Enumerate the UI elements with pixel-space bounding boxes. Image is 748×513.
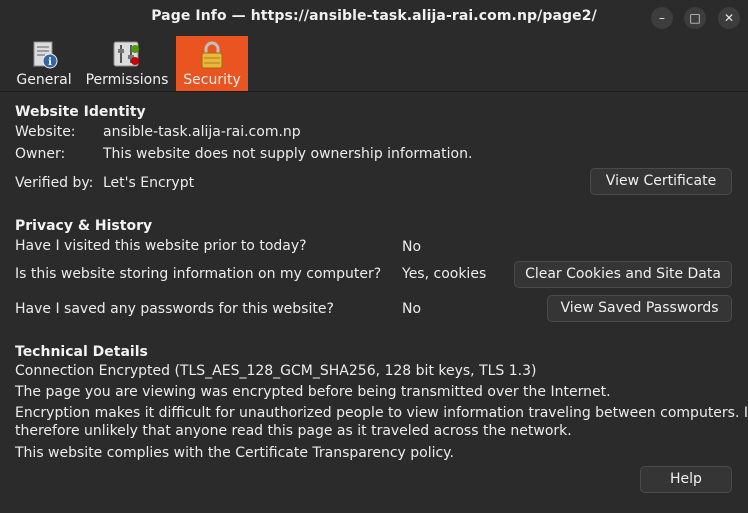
certificate-transparency-text: This website complies with the Certifica… <box>15 445 454 461</box>
encrypted-transmission-text: The page you are viewing was encrypted b… <box>15 384 611 400</box>
connection-encrypted-text: Connection Encrypted (TLS_AES_128_GCM_SH… <box>15 363 537 379</box>
owner-label: Owner: <box>15 146 66 162</box>
svg-text:i: i <box>48 57 52 68</box>
security-panel: Website Identity Website: ansible-task.a… <box>0 93 748 513</box>
clear-cookies-button[interactable]: Clear Cookies and Site Data <box>514 261 732 288</box>
visited-answer: No <box>402 239 422 255</box>
owner-value: This website does not supply ownership i… <box>103 146 473 162</box>
visited-question: Have I visited this website prior to tod… <box>15 238 307 254</box>
tab-general-label: General <box>16 72 72 88</box>
view-saved-passwords-button[interactable]: View Saved Passwords <box>547 295 732 322</box>
maximize-button[interactable]: □ <box>684 7 706 29</box>
website-identity-heading: Website Identity <box>15 104 146 120</box>
close-button[interactable]: ✕ <box>718 7 740 29</box>
privacy-history-heading: Privacy & History <box>15 218 153 234</box>
tab-toolbar: i General Permissions Security <box>0 34 748 92</box>
tab-security-label: Security <box>183 72 241 88</box>
info-page-icon: i <box>33 41 58 69</box>
minimize-button[interactable]: – <box>651 7 673 29</box>
permissions-sliders-icon <box>113 41 139 67</box>
close-icon: ✕ <box>723 11 735 25</box>
tab-general[interactable]: i General <box>12 36 76 91</box>
tab-permissions-label: Permissions <box>85 72 169 88</box>
verified-by-value: Let's Encrypt <box>103 175 195 191</box>
verified-by-label: Verified by: <box>15 175 94 191</box>
title-bar: Page Info — https://ansible-task.alija-r… <box>0 0 748 34</box>
encryption-explanation-line2: therefore unlikely that anyone read this… <box>15 423 572 439</box>
technical-details-heading: Technical Details <box>15 344 148 360</box>
storing-answer: Yes, cookies <box>402 266 487 282</box>
view-certificate-button[interactable]: View Certificate <box>590 168 732 195</box>
passwords-answer: No <box>402 301 422 317</box>
encryption-explanation-line1: Encryption makes it difficult for unauth… <box>15 405 748 421</box>
passwords-question: Have I saved any passwords for this webs… <box>15 301 334 317</box>
website-value: ansible-task.alija-rai.com.np <box>103 124 301 140</box>
minimize-icon: – <box>659 11 665 25</box>
window-title: Page Info — https://ansible-task.alija-r… <box>151 8 597 24</box>
maximize-icon: □ <box>689 11 701 25</box>
storing-question: Is this website storing information on m… <box>15 266 382 282</box>
padlock-icon <box>201 41 223 69</box>
help-button[interactable]: Help <box>640 466 732 493</box>
tab-security[interactable]: Security <box>176 36 248 91</box>
tab-permissions[interactable]: Permissions <box>84 36 170 91</box>
website-label: Website: <box>15 124 76 140</box>
